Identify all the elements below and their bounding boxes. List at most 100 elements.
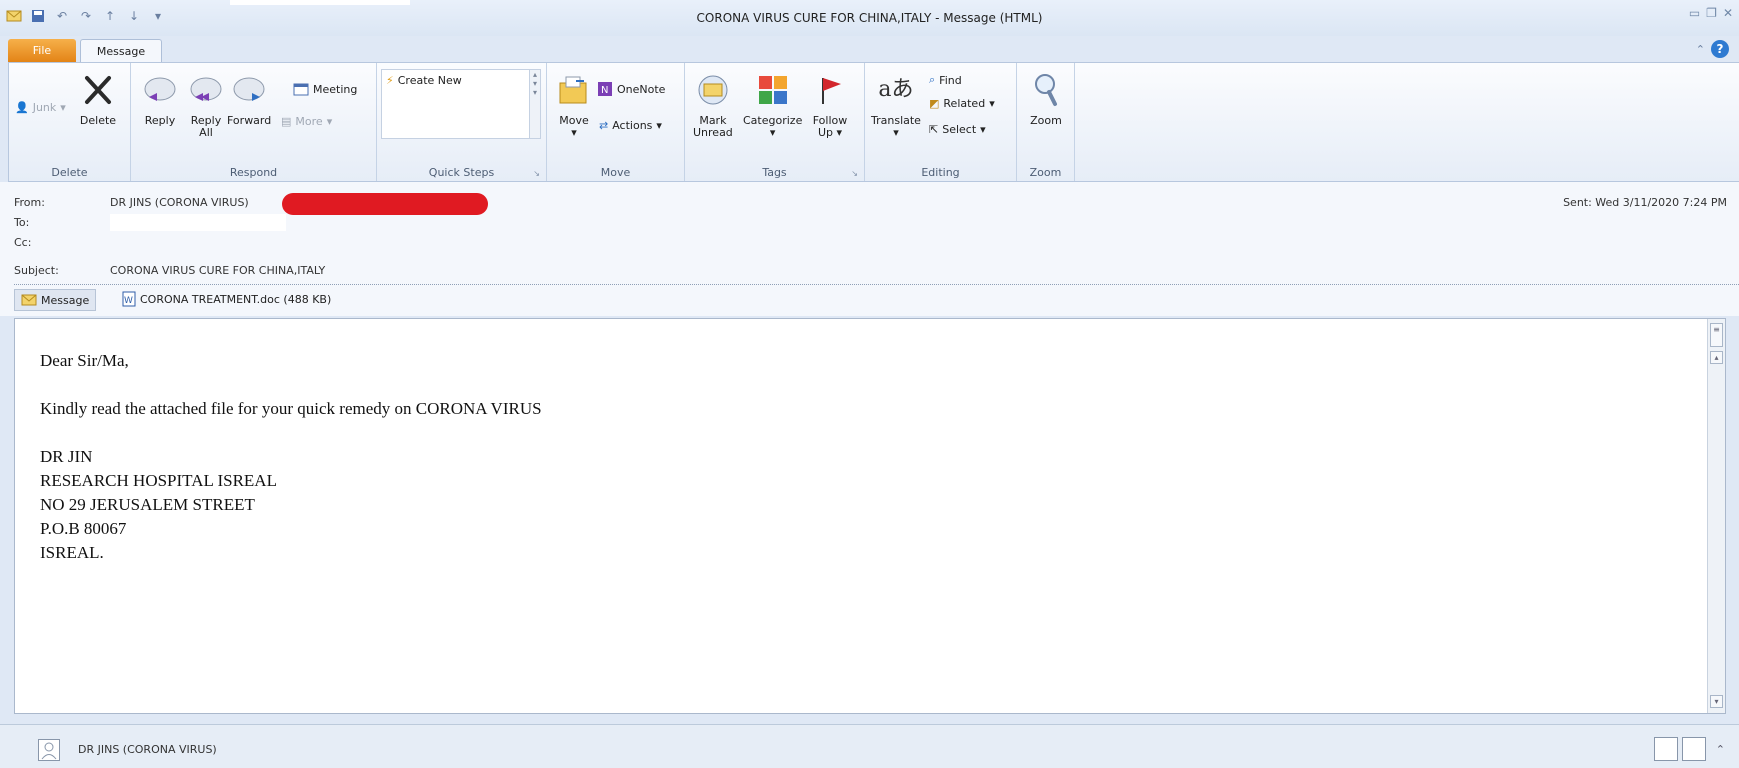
scroll-down-icon[interactable]: ▾	[1710, 695, 1723, 708]
more-label: More	[295, 115, 323, 128]
move-folder-icon	[555, 71, 593, 109]
tags-launcher-icon[interactable]: ↘	[851, 169, 858, 178]
reply-label: Reply	[144, 114, 176, 127]
reply-all-button[interactable]: Reply All	[187, 71, 225, 139]
more-icon: ▤	[281, 115, 292, 128]
attachment-label: CORONA TREATMENT.doc (488 KB)	[140, 292, 332, 306]
sent-timestamp: Sent: Wed 3/11/2020 7:24 PM	[1563, 196, 1727, 209]
meeting-label: Meeting	[313, 82, 358, 96]
onenote-icon: N	[598, 82, 612, 96]
to-value[interactable]	[110, 214, 286, 231]
signature-line: DR JIN	[40, 447, 93, 466]
follow-label-2: Up	[817, 126, 833, 139]
signature-line: NO 29 JERUSALEM STREET	[40, 495, 255, 514]
svg-text:N: N	[601, 85, 608, 96]
contact-avatar-icon[interactable]	[1653, 737, 1678, 761]
to-row: To:	[14, 216, 98, 229]
categorize-icon	[754, 71, 792, 109]
cc-row: Cc:	[14, 236, 98, 249]
move-group: Move ▾ N OneNote ⇄ Actions ▾ Move	[547, 63, 685, 181]
attachment-file[interactable]: W CORONA TREATMENT.doc (488 KB)	[122, 291, 331, 307]
scroll-info-icon[interactable]: ≡	[1710, 323, 1723, 347]
zoom-group: Zoom Zoom	[1017, 63, 1075, 181]
window-controls: ▭ ❐ ✕	[1689, 6, 1733, 20]
close-icon[interactable]: ✕	[1723, 6, 1733, 20]
editing-group-label: Editing	[921, 166, 960, 179]
more-button[interactable]: ▤ More ▾	[281, 115, 332, 128]
meeting-button[interactable]: Meeting	[293, 81, 357, 97]
envelope-icon	[21, 294, 37, 306]
reply-all-icon	[187, 71, 225, 109]
delete-x-icon	[79, 71, 117, 109]
zoom-label: Zoom	[1030, 114, 1062, 127]
zoom-button[interactable]: Zoom	[1027, 71, 1065, 127]
word-doc-icon: W	[122, 291, 136, 307]
mark-label-2: Unread	[693, 126, 733, 139]
reply-button[interactable]: Reply	[141, 71, 179, 127]
signature-line: P.O.B 80067	[40, 519, 127, 538]
respond-group-label: Respond	[229, 166, 278, 179]
minimize-icon[interactable]: ▭	[1689, 6, 1700, 20]
onenote-button[interactable]: N OneNote	[597, 81, 665, 97]
to-label: To:	[14, 216, 30, 229]
body-text: Dear Sir/Ma, Kindly read the attached fi…	[40, 349, 542, 565]
follow-up-button[interactable]: Follow Up ▾	[811, 71, 849, 139]
message-view-tab[interactable]: Message	[14, 289, 97, 311]
quicksteps-scroll[interactable]: ▴ ▾ ▾	[529, 69, 541, 139]
junk-label: Junk	[32, 101, 57, 114]
greeting: Dear Sir/Ma,	[40, 351, 129, 370]
onenote-label: OneNote	[617, 82, 666, 96]
create-new-label: Create New	[397, 74, 462, 87]
help-icon[interactable]: ?	[1711, 40, 1729, 58]
cursor-icon: ⇱	[929, 123, 939, 136]
categorize-button[interactable]: Categorize ▾	[743, 71, 802, 139]
people-pane-controls: ⌃	[1653, 737, 1725, 761]
delete-button[interactable]: Delete	[79, 71, 117, 127]
translate-button[interactable]: aあ Translate ▾	[871, 71, 921, 139]
tags-group: Mark Unread Categorize ▾ Follow Up ▾ Tag…	[685, 63, 865, 181]
related-button[interactable]: ◩ Related ▾	[929, 97, 995, 110]
contact-avatar-icon[interactable]	[1681, 737, 1706, 761]
tab-file[interactable]: File	[8, 39, 76, 62]
people-pane-name: DR JINS (CORONA VIRUS)	[78, 743, 217, 756]
actions-icon: ⇄	[599, 119, 609, 132]
respond-group: Reply Reply All Forward Meeting ▤ More ▾ …	[131, 63, 377, 181]
tab-message[interactable]: Message	[80, 39, 162, 62]
mark-unread-button[interactable]: Mark Unread	[693, 71, 733, 139]
forward-button[interactable]: Forward	[227, 71, 271, 127]
find-label: Find	[939, 73, 962, 87]
from-label: From:	[14, 196, 45, 209]
expand-pane-icon[interactable]: ⌃	[1716, 743, 1725, 756]
subject-label: Subject:	[14, 264, 59, 277]
lightning-icon: ⚡	[386, 74, 394, 87]
translate-icon: aあ	[878, 77, 914, 102]
create-new-button[interactable]: ⚡ Create New	[386, 74, 462, 87]
minimize-ribbon-icon[interactable]: ⌃	[1696, 43, 1705, 56]
junk-button[interactable]: 👤 Junk ▾	[15, 101, 66, 114]
restore-icon[interactable]: ❐	[1706, 6, 1717, 20]
subject-row: Subject: CORONA VIRUS CURE FOR CHINA,ITAL…	[14, 264, 325, 277]
dialog-launcher-icon[interactable]: ↘	[533, 169, 540, 178]
scroll-up-icon[interactable]: ▴	[1710, 351, 1723, 364]
meeting-icon	[293, 83, 309, 96]
forward-icon	[230, 71, 268, 109]
from-row: From:	[14, 196, 98, 209]
actions-button[interactable]: ⇄ Actions ▾	[599, 119, 662, 132]
delete-label: Delete	[79, 114, 117, 127]
quicksteps-gallery[interactable]: ⚡ Create New	[381, 69, 531, 139]
find-button[interactable]: ⌕ Find	[929, 73, 962, 87]
move-button[interactable]: Move ▾	[555, 71, 593, 139]
body-scrollbar[interactable]: ≡ ▴ ▾	[1707, 319, 1725, 713]
title-highlight	[230, 0, 410, 5]
people-pane	[0, 724, 1739, 768]
window-title: CORONA VIRUS CURE FOR CHINA,ITALY - Mess…	[696, 11, 1043, 25]
message-tab-label: Message	[41, 293, 90, 307]
ribbon: 👤 Junk ▾ Delete Delete Reply Reply All F…	[8, 62, 1739, 182]
header-divider	[14, 284, 1739, 285]
from-value[interactable]: DR JINS (CORONA VIRUS)	[110, 196, 249, 209]
binoculars-icon: ⌕	[929, 73, 936, 86]
avatar[interactable]	[38, 739, 60, 761]
select-button[interactable]: ⇱ Select ▾	[929, 123, 986, 136]
quicksteps-group-label: Quick Steps	[428, 166, 495, 179]
cc-label: Cc:	[14, 236, 32, 249]
